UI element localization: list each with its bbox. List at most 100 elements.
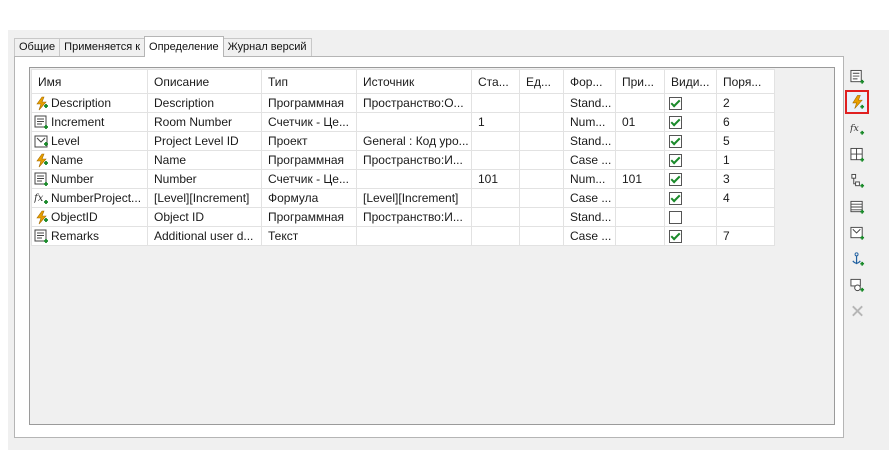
cell-format[interactable]: Case ... [563,188,616,208]
cell-description[interactable]: Additional user d... [147,226,262,246]
cell-prefix[interactable] [615,207,665,227]
col-header-visible[interactable]: Види... [664,69,717,94]
cell-format[interactable]: Stand... [563,93,616,113]
cell-source[interactable]: Пространство:И... [356,150,472,170]
cell-name[interactable]: ObjectID [31,207,148,227]
cell-source[interactable]: [Level][Increment] [356,188,472,208]
table-row[interactable]: Description Description Программная Простра… [31,93,775,113]
cell-prefix[interactable]: 101 [615,169,665,189]
cell-source[interactable]: Пространство:О... [356,93,472,113]
visible-checkbox[interactable] [669,192,682,206]
add-counter-button[interactable] [846,66,868,88]
cell-unit[interactable] [519,188,564,208]
cell-format[interactable]: Stand... [563,131,616,151]
cell-prefix[interactable] [615,150,665,170]
tab-version-history[interactable]: Журнал версий [222,38,312,56]
table-row[interactable]: Increment Room Number Счетчик - Це... 1 Num.… [31,112,775,132]
cell-name[interactable]: Remarks [31,226,148,246]
table-row[interactable]: Remarks Additional user d... Текст Case ...… [31,226,775,246]
cell-description[interactable]: Name [147,150,262,170]
cell-format[interactable]: Stand... [563,207,616,227]
visible-checkbox[interactable] [669,154,682,168]
cell-source[interactable] [356,169,472,189]
cell-prefix[interactable] [615,188,665,208]
visible-checkbox[interactable] [669,135,682,149]
add-link-button[interactable] [846,274,868,296]
cell-type[interactable]: Программная [261,150,357,170]
cell-visible[interactable] [664,93,717,113]
col-header-prefix[interactable]: При... [615,69,665,94]
cell-description[interactable]: Description [147,93,262,113]
visible-checkbox[interactable] [669,116,682,130]
cell-description[interactable]: Room Number [147,112,262,132]
cell-start[interactable] [471,207,520,227]
tab-general[interactable]: Общие [14,38,61,56]
table-row[interactable]: Level Project Level ID Проект General : Код… [31,131,775,151]
cell-visible[interactable] [664,150,717,170]
cell-unit[interactable] [519,207,564,227]
cell-order[interactable] [716,207,775,227]
visible-checkbox[interactable] [669,211,682,225]
table-row[interactable]: Number Number Счетчик - Це... 101 Num... 101 3 [31,169,775,189]
cell-source[interactable]: Пространство:И... [356,207,472,227]
cell-unit[interactable] [519,112,564,132]
delete-button[interactable] [846,300,868,322]
cell-name[interactable]: Description [31,93,148,113]
cell-prefix[interactable]: 01 [615,112,665,132]
cell-format[interactable]: Case ... [563,150,616,170]
cell-visible[interactable] [664,226,717,246]
cell-visible[interactable] [664,112,717,132]
tab-applies-to[interactable]: Применяется к [59,38,146,56]
cell-start[interactable] [471,188,520,208]
cell-description[interactable]: Object ID [147,207,262,227]
cell-order[interactable]: 6 [716,112,775,132]
cell-unit[interactable] [519,93,564,113]
col-header-start[interactable]: Ста... [471,69,520,94]
cell-order[interactable]: 5 [716,131,775,151]
cell-name[interactable]: Level [31,131,148,151]
cell-order[interactable]: 7 [716,226,775,246]
cell-type[interactable]: Формула [261,188,357,208]
add-project-button[interactable] [846,222,868,244]
visible-checkbox[interactable] [669,97,682,111]
cell-type[interactable]: Текст [261,226,357,246]
cell-unit[interactable] [519,226,564,246]
col-header-type[interactable]: Тип [261,69,357,94]
cell-start[interactable] [471,150,520,170]
col-header-name[interactable]: Имя [31,69,148,94]
cell-type[interactable]: Счетчик - Це... [261,169,357,189]
add-tree-button[interactable] [846,170,868,192]
add-lightning-button[interactable] [845,90,869,114]
col-header-format[interactable]: Фор... [563,69,616,94]
cell-prefix[interactable] [615,226,665,246]
cell-order[interactable]: 1 [716,150,775,170]
add-table-button[interactable] [846,196,868,218]
cell-visible[interactable] [664,207,717,227]
cell-name[interactable]: Number [31,169,148,189]
cell-unit[interactable] [519,131,564,151]
cell-name[interactable]: fx NumberProject... [31,188,148,208]
cell-type[interactable]: Счетчик - Це... [261,112,357,132]
table-row[interactable]: Name Name Программная Пространство:И... Case… [31,150,775,170]
cell-unit[interactable] [519,150,564,170]
cell-start[interactable] [471,131,520,151]
cell-type[interactable]: Проект [261,131,357,151]
cell-start[interactable] [471,226,520,246]
cell-prefix[interactable] [615,131,665,151]
cell-start[interactable]: 101 [471,169,520,189]
cell-order[interactable]: 3 [716,169,775,189]
visible-checkbox[interactable] [669,173,682,187]
cell-name[interactable]: Increment [31,112,148,132]
cell-start[interactable]: 1 [471,112,520,132]
add-formula-button[interactable]: fx [846,117,868,139]
cell-visible[interactable] [664,131,717,151]
col-header-order[interactable]: Поря... [716,69,775,94]
cell-description[interactable]: Number [147,169,262,189]
cell-type[interactable]: Программная [261,207,357,227]
cell-description[interactable]: Project Level ID [147,131,262,151]
add-grid-button[interactable] [846,144,868,166]
cell-source[interactable]: General : Код уро... [356,131,472,151]
tab-definition[interactable]: Определение [144,36,224,57]
cell-visible[interactable] [664,169,717,189]
cell-format[interactable]: Num... [563,112,616,132]
